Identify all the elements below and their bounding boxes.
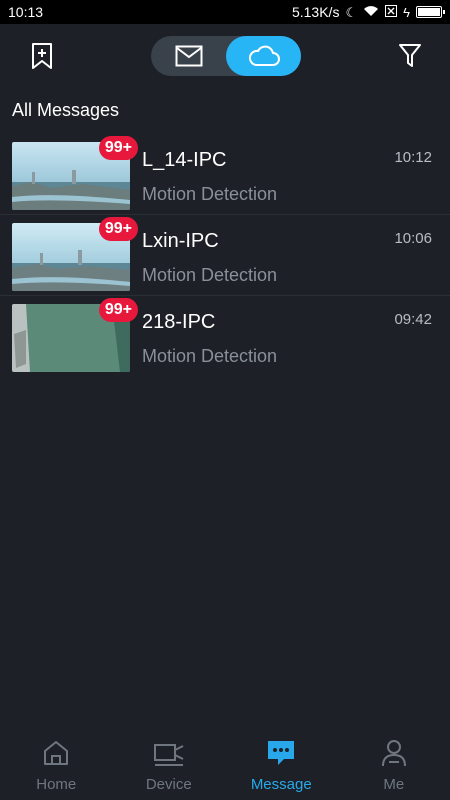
top-toolbar: [0, 24, 450, 88]
filter-icon: [399, 44, 421, 67]
message-time: 10:12: [394, 149, 432, 166]
unread-count-badge: 99+: [98, 298, 138, 322]
nav-label: Message: [250, 776, 312, 793]
message-time: 09:42: [394, 311, 432, 328]
message-source-toggle: [151, 36, 301, 76]
nav-message[interactable]: Message: [225, 728, 337, 793]
network-speed: 5.13K/s: [291, 4, 340, 20]
status-time: 10:13: [8, 4, 44, 20]
status-bar: 10:13 5.13K/s ☾ ϟ: [0, 0, 450, 24]
bookmark-add-button[interactable]: [24, 38, 60, 74]
event-type: Motion Detection: [142, 265, 278, 285]
message-list: 99+ L_14-IPC Motion Detection 10:12 99+ …: [0, 134, 450, 377]
message-icon: [268, 741, 295, 765]
message-content: Lxin-IPC Motion Detection 10:06: [142, 223, 438, 286]
battery-icon: [416, 6, 445, 18]
event-type: Motion Detection: [142, 184, 278, 204]
section-title: All Messages: [12, 100, 120, 120]
message-time: 10:06: [394, 230, 432, 247]
filter-button[interactable]: [392, 38, 428, 74]
segment-mail[interactable]: [151, 36, 226, 76]
unread-count-badge: 99+: [98, 136, 138, 160]
message-content: 218-IPC Motion Detection 09:42: [142, 304, 438, 367]
bookmark-add-icon: [32, 43, 52, 69]
thumbnail: 99+: [12, 298, 138, 372]
mail-icon: [175, 45, 202, 67]
message-content: L_14-IPC Motion Detection 10:12: [142, 142, 438, 205]
nav-label: Home: [36, 776, 77, 793]
nav-label: Me: [383, 776, 405, 793]
thumbnail: 99+: [12, 217, 138, 291]
list-item[interactable]: 99+ 218-IPC Motion Detection 09:42: [0, 296, 450, 377]
status-icons: 5.13K/s ☾ ϟ: [291, 4, 445, 20]
thumbnail: 99+: [12, 136, 138, 210]
unread-count-badge: 99+: [98, 217, 138, 241]
wifi-icon: [363, 4, 379, 20]
nav-me[interactable]: Me: [338, 728, 450, 793]
nav-label: Device: [145, 776, 192, 793]
nav-device[interactable]: Device: [113, 728, 225, 793]
charging-icon: ϟ: [403, 4, 410, 20]
nav-home[interactable]: Home: [0, 728, 112, 793]
cloud-icon: [248, 45, 280, 66]
home-icon: [44, 741, 69, 765]
bottom-navigation: Home Device Message Me: [0, 728, 450, 800]
person-icon: [381, 740, 406, 767]
moon-icon: ☾: [345, 4, 358, 20]
list-item[interactable]: 99+ Lxin-IPC Motion Detection 10:06: [0, 215, 450, 296]
camera-icon: [153, 744, 184, 766]
sim-off-icon: [385, 4, 398, 20]
segment-cloud[interactable]: [226, 36, 301, 76]
list-item[interactable]: 99+ L_14-IPC Motion Detection 10:12: [0, 134, 450, 215]
event-type: Motion Detection: [142, 346, 278, 366]
